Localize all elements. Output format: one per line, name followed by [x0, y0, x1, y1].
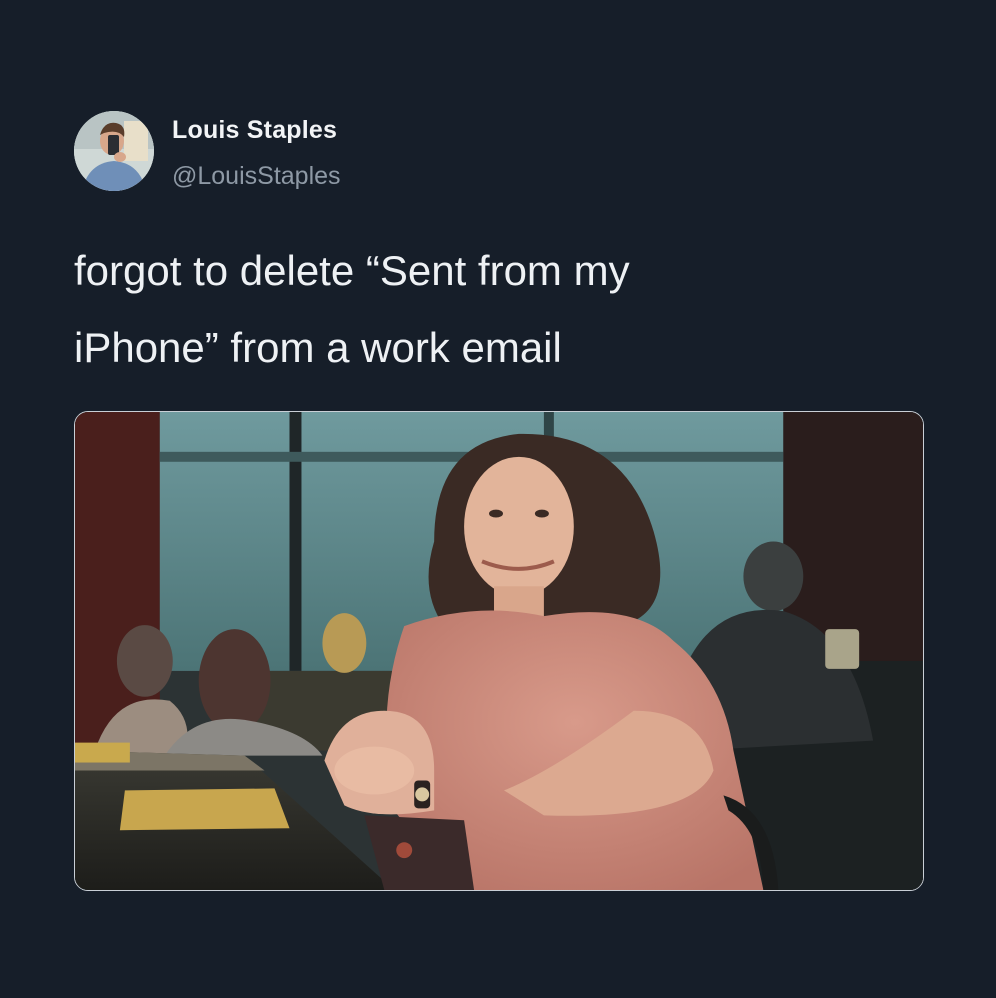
tweet-media-photo[interactable]: [74, 411, 924, 891]
tweet-text: forgot to delete “Sent from my iPhone” f…: [74, 232, 924, 386]
author-display-name[interactable]: Louis Staples: [172, 116, 337, 145]
tweet-text-line: iPhone” from a work email: [74, 324, 562, 371]
photo-image: [75, 412, 923, 890]
tweet-text-line: forgot to delete “Sent from my: [74, 247, 630, 294]
author-handle[interactable]: @LouisStaples: [172, 162, 341, 191]
author-avatar[interactable]: [74, 111, 154, 191]
tweet-card: Louis Staples @LouisStaples forgot to de…: [0, 0, 996, 998]
profile-photo-icon: [74, 111, 154, 191]
